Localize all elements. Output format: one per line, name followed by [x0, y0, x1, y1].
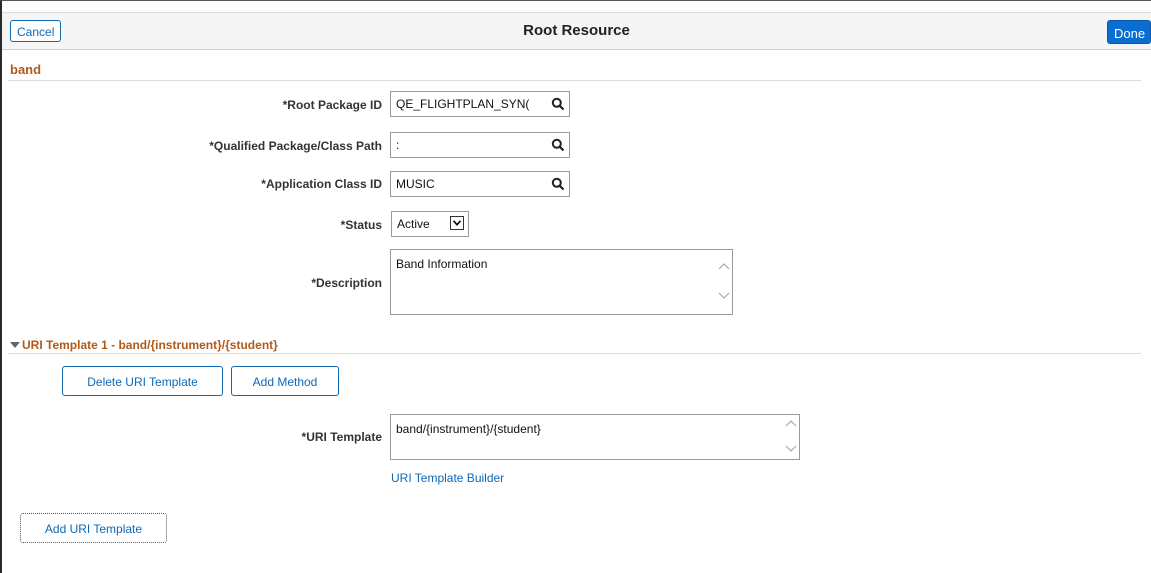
root-package-id-value: QE_FLIGHTPLAN_SYN(	[396, 97, 530, 111]
scroll-down-icon[interactable]	[785, 445, 797, 453]
search-icon[interactable]	[551, 97, 565, 111]
uri-template-builder-link[interactable]: URI Template Builder	[391, 471, 504, 485]
done-button[interactable]: Done	[1107, 20, 1151, 44]
uri-template-group-header[interactable]: URI Template 1 - band/{instrument}/{stud…	[10, 338, 278, 352]
qualified-path-label: *Qualified Package/Class Path	[209, 139, 382, 153]
caret-down-icon	[10, 342, 20, 348]
uri-template-group-title: URI Template 1 - band/{instrument}/{stud…	[22, 338, 278, 352]
group-divider	[8, 353, 1141, 354]
page-title: Root Resource	[523, 22, 630, 39]
uri-template-value: band/{instrument}/{student}	[396, 422, 541, 436]
scroll-down-icon[interactable]	[718, 292, 730, 300]
add-uri-template-button[interactable]: Add URI Template	[20, 513, 167, 543]
page-header: Cancel Root Resource Done	[2, 12, 1151, 50]
status-select[interactable]: Active	[391, 211, 469, 237]
app-class-id-input[interactable]: MUSIC	[390, 171, 570, 197]
scroll-up-icon[interactable]	[785, 419, 797, 427]
section-divider	[8, 80, 1141, 81]
search-icon[interactable]	[551, 177, 565, 191]
add-method-button[interactable]: Add Method	[231, 366, 339, 396]
uri-template-textarea[interactable]: band/{instrument}/{student}	[390, 414, 800, 460]
section-title: band	[10, 62, 42, 77]
root-package-id-input[interactable]: QE_FLIGHTPLAN_SYN(	[390, 91, 570, 117]
scroll-up-icon[interactable]	[718, 262, 730, 270]
app-class-id-value: MUSIC	[396, 177, 435, 191]
description-textarea[interactable]: Band Information	[390, 249, 733, 315]
qualified-path-input[interactable]: :	[390, 132, 570, 158]
app-class-id-label: *Application Class ID	[261, 177, 382, 191]
search-icon[interactable]	[551, 138, 565, 152]
uri-template-label: *URI Template	[301, 430, 382, 444]
chevron-down-icon	[450, 216, 464, 230]
description-label: *Description	[311, 276, 382, 290]
status-value: Active	[397, 217, 430, 231]
description-value: Band Information	[396, 257, 488, 271]
root-package-id-label: *Root Package ID	[282, 98, 382, 112]
qualified-path-value: :	[396, 138, 400, 152]
status-label: *Status	[340, 218, 382, 232]
delete-uri-template-button[interactable]: Delete URI Template	[62, 366, 223, 396]
